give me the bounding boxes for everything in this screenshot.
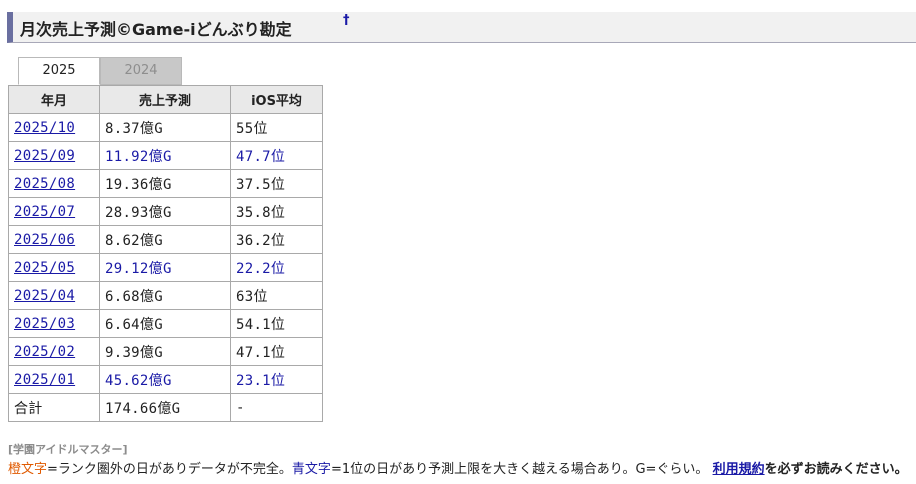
column-header-month: 年月: [8, 85, 100, 114]
sales-forecast-cell: 9.39億G: [99, 337, 231, 366]
table-row: 2025/02 9.39億G 47.1位: [8, 337, 323, 366]
table-row: 2025/06 8.62億G 36.2位: [8, 225, 323, 254]
ios-rank-cell: 23.1位: [230, 365, 323, 394]
ios-rank-cell: 63位: [230, 281, 323, 310]
table-row: 2025/05 29.12億G 22.2位: [8, 253, 323, 282]
table-body: 2025/10 8.37億G 55位 2025/09 11.92億G 47.7位 2025/…: [8, 113, 323, 422]
tab-2024[interactable]: 2024: [100, 57, 182, 85]
ios-rank-cell: 47.1位: [230, 337, 323, 366]
page-title: 月次売上予測©Game-iどんぶり勘定: [20, 20, 292, 39]
section-heading: 月次売上予測©Game-iどんぶり勘定 †: [7, 12, 916, 43]
legend-note: 橙文字=ランク圏外の日がありデータが不完全。青文字=1位の日があり予測上限を大き…: [8, 458, 908, 477]
month-link[interactable]: 2025/01: [14, 372, 75, 388]
sales-forecast-cell: 29.12億G: [99, 253, 231, 282]
ios-rank-cell: 36.2位: [230, 225, 323, 254]
month-cell: 2025/04: [8, 281, 100, 310]
month-link[interactable]: 2025/09: [14, 148, 75, 164]
month-link[interactable]: 2025/08: [14, 176, 75, 192]
table-row: 2025/03 6.64億G 54.1位: [8, 309, 323, 338]
total-ios-cell: -: [230, 393, 323, 422]
ios-rank-cell: 35.8位: [230, 197, 323, 226]
sales-forecast-cell: 6.64億G: [99, 309, 231, 338]
ios-rank-cell: 47.7位: [230, 141, 323, 170]
month-cell: 2025/03: [8, 309, 100, 338]
terms-suffix: を必ずお読みください。: [764, 462, 908, 477]
total-sales-cell: 174.66億G: [99, 393, 231, 422]
month-cell: 2025/02: [8, 337, 100, 366]
month-cell: 2025/09: [8, 141, 100, 170]
table-row: 2025/01 45.62億G 23.1位: [8, 365, 323, 394]
terms-of-use-link[interactable]: 利用規約: [713, 462, 765, 477]
month-link[interactable]: 2025/06: [14, 232, 75, 248]
month-link[interactable]: 2025/07: [14, 204, 75, 220]
month-link[interactable]: 2025/03: [14, 316, 75, 332]
table-row: 2025/08 19.36億G 37.5位: [8, 169, 323, 198]
table-row: 2025/07 28.93億G 35.8位: [8, 197, 323, 226]
month-cell: 2025/08: [8, 169, 100, 198]
ios-rank-cell: 37.5位: [230, 169, 323, 198]
game-name-note: [学園アイドルマスター]: [8, 443, 128, 456]
sales-forecast-cell: 11.92億G: [99, 141, 231, 170]
sales-forecast-cell: 8.62億G: [99, 225, 231, 254]
table-header-row: 年月 売上予測 iOS平均: [8, 85, 323, 114]
ios-rank-cell: 22.2位: [230, 253, 323, 282]
sales-forecast-cell: 28.93億G: [99, 197, 231, 226]
top-anchor-link[interactable]: †: [343, 13, 350, 28]
monthly-sales-table: 年月 売上予測 iOS平均 2025/10 8.37億G 55位 2025/09 11.…: [8, 85, 323, 422]
column-header-sales: 売上予測: [99, 85, 231, 114]
month-cell: 2025/06: [8, 225, 100, 254]
month-cell: 2025/05: [8, 253, 100, 282]
column-header-ios: iOS平均: [230, 85, 323, 114]
total-label-cell: 合計: [8, 393, 100, 422]
sales-forecast-cell: 8.37億G: [99, 113, 231, 142]
sales-forecast-cell: 6.68億G: [99, 281, 231, 310]
month-cell: 2025/07: [8, 197, 100, 226]
blue-text-term: 青文字: [291, 462, 331, 477]
month-cell: 2025/10: [8, 113, 100, 142]
table-row: 2025/09 11.92億G 47.7位: [8, 141, 323, 170]
tab-2025[interactable]: 2025: [18, 57, 100, 85]
table-row: 2025/10 8.37億G 55位: [8, 113, 323, 142]
ios-rank-cell: 54.1位: [230, 309, 323, 338]
month-cell: 2025/01: [8, 365, 100, 394]
ios-rank-cell: 55位: [230, 113, 323, 142]
orange-text-description: =ランク圏外の日がありデータが不完全。: [47, 462, 292, 477]
month-link[interactable]: 2025/05: [14, 260, 75, 276]
blue-text-description: =1位の日があり予測上限を大きく越える場合あり。G=ぐらい。: [330, 462, 709, 477]
sales-forecast-cell: 45.62億G: [99, 365, 231, 394]
month-link[interactable]: 2025/04: [14, 288, 75, 304]
table-row: 2025/04 6.68億G 63位: [8, 281, 323, 310]
month-link[interactable]: 2025/02: [14, 344, 75, 360]
total-row: 合計 174.66億G -: [8, 393, 323, 422]
month-link[interactable]: 2025/10: [14, 120, 75, 136]
sales-forecast-cell: 19.36億G: [99, 169, 231, 198]
orange-text-term: 橙文字: [8, 462, 48, 477]
